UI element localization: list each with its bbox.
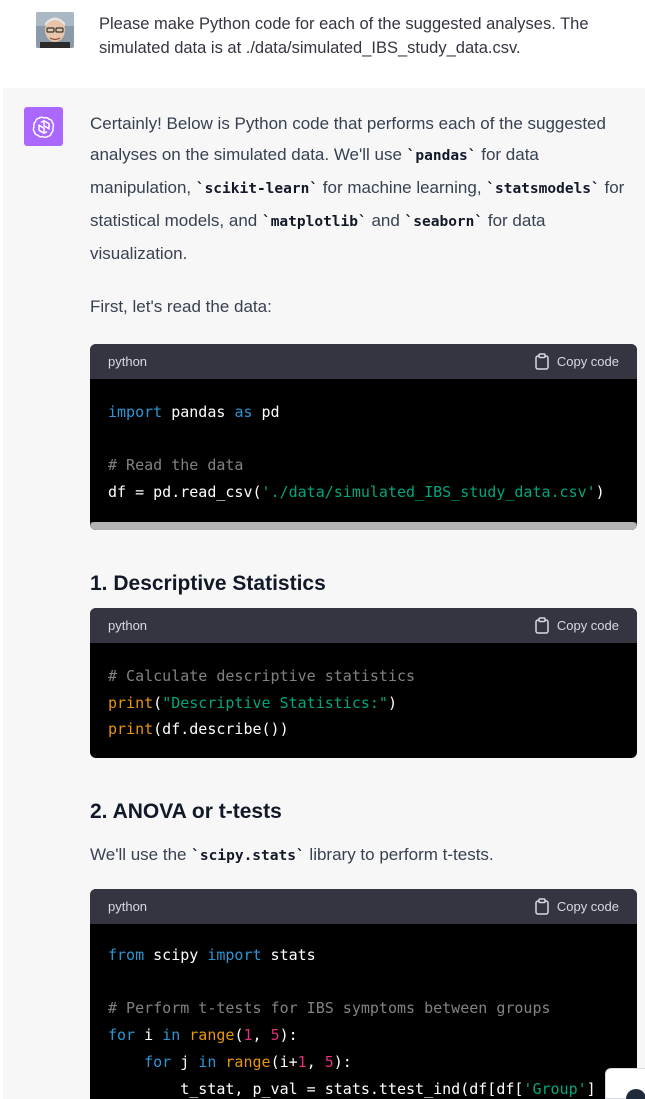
clipboard-icon [535,898,549,915]
user-avatar [36,12,74,48]
copy-code-label: Copy code [556,354,619,369]
scroll-down-icon [626,1089,645,1099]
inline-code-scikit-learn: `scikit-learn` [195,181,319,197]
clipboard-icon [535,617,549,634]
copy-code-button[interactable]: Copy code [534,898,619,915]
code-language-label: python [108,354,148,369]
user-message-row: Please make Python code for each of the … [0,0,645,88]
scroll-to-bottom-button[interactable] [605,1068,645,1099]
scrollbar-thumb[interactable] [90,522,637,530]
copy-code-label: Copy code [556,618,619,633]
intro-paragraph: Certainly! Below is Python code that per… [90,114,625,263]
code-line: df = pd.read_csv('./data/simulated_IBS_s… [108,483,605,502]
code-body: # Calculate descriptive statistics print… [90,643,637,758]
inline-code-seaborn: `seaborn` [404,214,484,230]
inline-code-scipy-stats: `scipy.stats` [191,848,305,864]
heading-descriptive-statistics: 1. Descriptive Statistics [90,572,326,595]
copy-code-button[interactable]: Copy code [534,617,619,634]
code-body: from scipy import stats # Perform t-test… [90,924,637,1099]
code-comment: # Read the data [108,456,244,475]
code-block-ttests: python Copy code from scipy import stats… [90,889,637,1099]
code-line: t_stat, p_val = stats.ttest_ind(df[df['G… [180,1079,614,1098]
inline-code-pandas: `pandas` [406,148,477,164]
code-line: for j in range(i+1, 5): [144,1052,352,1071]
code-header: python Copy code [90,889,637,924]
read-data-intro: First, let's read the data: [90,297,272,316]
code-language-label: python [108,899,148,914]
clipboard-icon [535,353,549,370]
code-line: print("Descriptive Statistics:") [108,693,397,712]
code-body: import pandas as pd # Read the data df =… [90,379,637,522]
code-comment: # Calculate descriptive statistics [108,667,416,685]
code-line: print(df.describe()) [108,720,289,739]
copy-code-button[interactable]: Copy code [534,353,619,370]
heading-anova-ttests: 2. ANOVA or t-tests [90,800,282,823]
user-message-text: Please make Python code for each of the … [99,15,589,57]
code-block-descriptive: python Copy code # Calculate descriptive… [90,608,637,758]
horizontal-scrollbar[interactable] [90,522,637,530]
code-line: import pandas as pd [108,403,280,421]
code-language-label: python [108,618,148,633]
code-line: for i in range(1, 5): [108,1026,298,1045]
code-line: from scipy import stats [108,946,316,964]
copy-code-label: Copy code [556,899,619,914]
ttest-intro: We'll use the `scipy.stats` library to p… [90,845,494,864]
openai-logo-icon [24,107,63,146]
code-comment: # Perform t-tests for IBS symptoms betwe… [108,999,551,1018]
code-header: python Copy code [90,344,637,379]
assistant-message-row: Certainly! Below is Python code that per… [3,88,645,1099]
assistant-message-content: Certainly! Below is Python code that per… [90,108,642,1099]
code-block-read-data: python Copy code import pandas as pd # R… [90,344,637,530]
inline-code-matplotlib: `matplotlib` [261,214,367,230]
inline-code-statsmodels: `statsmodels` [486,181,600,197]
code-header: python Copy code [90,608,637,643]
